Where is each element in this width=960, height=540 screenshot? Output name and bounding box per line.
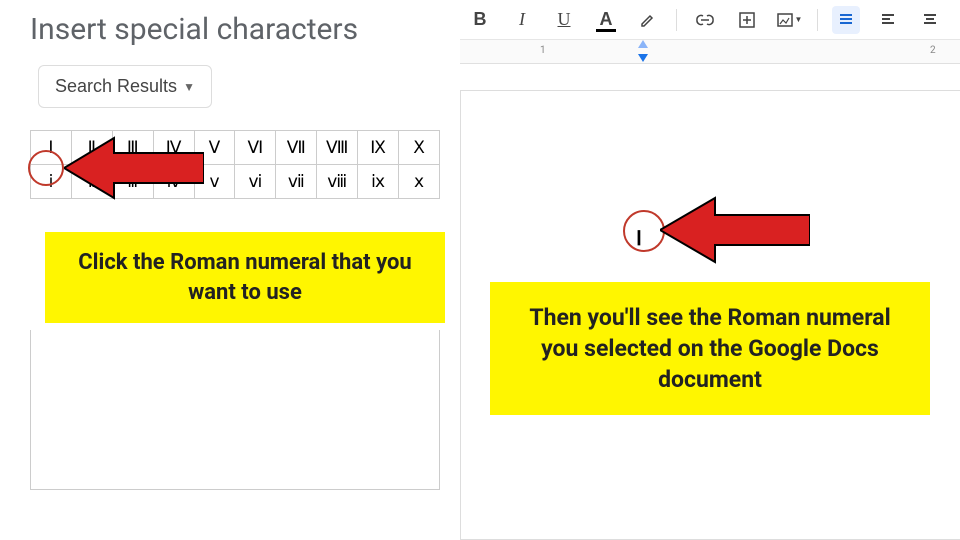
ruler-indent-marker[interactable] xyxy=(638,54,648,62)
panel-title: Insert special characters xyxy=(10,0,450,65)
chevron-down-icon: ▼ xyxy=(183,80,195,94)
ruler-tick: 2 xyxy=(930,45,936,56)
char-cell[interactable]: Ⅷ xyxy=(317,131,358,165)
ruler-tick: 1 xyxy=(540,45,546,56)
highlight-button[interactable] xyxy=(634,6,662,34)
text-color-button[interactable]: A xyxy=(592,6,620,34)
grid-blank-area xyxy=(30,330,440,490)
underline-button[interactable]: U xyxy=(550,6,578,34)
char-cell[interactable]: ⅶ xyxy=(276,165,317,199)
char-cell[interactable]: Ⅶ xyxy=(276,131,317,165)
docs-editor-panel: B I U A ▼ 1 2 xyxy=(460,0,960,540)
char-cell[interactable]: ⅹ xyxy=(399,165,440,199)
annotation-arrow-icon xyxy=(64,128,204,208)
ruler[interactable]: 1 2 xyxy=(460,40,960,64)
annotation-callout: Click the Roman numeral that you want to… xyxy=(45,232,445,323)
align-center-button[interactable] xyxy=(916,6,944,34)
dropdown-label: Search Results xyxy=(55,76,177,97)
search-results-dropdown[interactable]: Search Results ▼ xyxy=(38,65,212,108)
char-cell[interactable]: Ⅵ xyxy=(235,131,276,165)
add-comment-button[interactable] xyxy=(733,6,761,34)
char-cell[interactable]: ⅸ xyxy=(358,165,399,199)
annotation-arrow-icon xyxy=(660,190,810,270)
char-cell[interactable]: Ⅸ xyxy=(358,131,399,165)
char-cell[interactable]: Ⅹ xyxy=(399,131,440,165)
toolbar-separator xyxy=(676,9,677,31)
bold-button[interactable]: B xyxy=(466,6,494,34)
chevron-down-icon: ▼ xyxy=(795,15,803,24)
annotation-circle xyxy=(623,210,665,252)
link-button[interactable] xyxy=(691,6,719,34)
special-characters-panel: Insert special characters Search Results… xyxy=(10,0,450,540)
align-left-button[interactable] xyxy=(874,6,902,34)
char-cell[interactable]: ⅷ xyxy=(317,165,358,199)
italic-button[interactable]: I xyxy=(508,6,536,34)
align-justify-button[interactable] xyxy=(832,6,860,34)
ruler-indent-marker[interactable] xyxy=(638,40,648,48)
insert-image-button[interactable]: ▼ xyxy=(775,6,803,34)
annotation-circle xyxy=(28,150,64,186)
toolbar: B I U A ▼ xyxy=(460,0,960,40)
char-cell[interactable]: ⅵ xyxy=(235,165,276,199)
toolbar-separator xyxy=(817,9,818,31)
annotation-callout: Then you'll see the Roman numeral you se… xyxy=(490,282,930,415)
